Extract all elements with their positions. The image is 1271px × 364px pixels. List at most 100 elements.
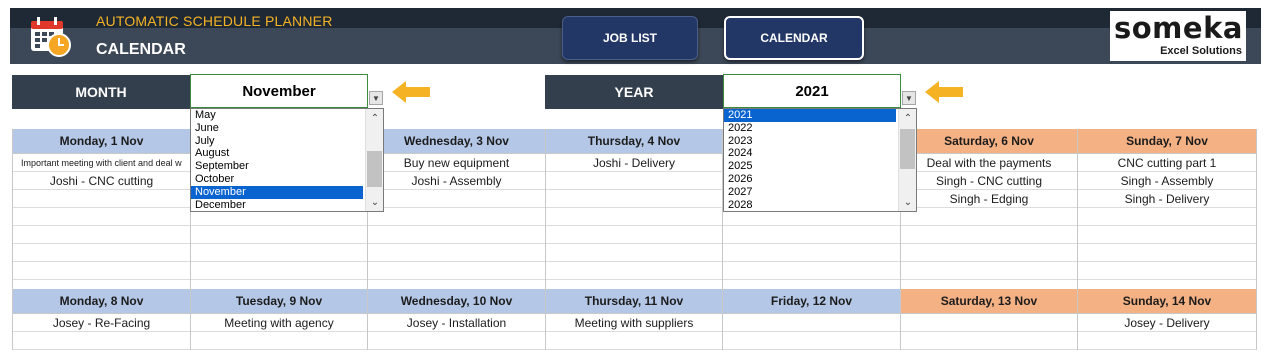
task-cell[interactable] (191, 262, 367, 280)
month-select[interactable]: November (190, 74, 368, 108)
task-cell[interactable] (546, 208, 722, 226)
task-cell[interactable] (546, 244, 722, 262)
day-column: Saturday, 6 Nov Deal with the payments Sin… (901, 129, 1078, 298)
task-cell[interactable] (546, 332, 722, 350)
task-cell[interactable] (546, 226, 722, 244)
task-cell[interactable]: Deal with the payments (901, 154, 1077, 172)
task-cell[interactable]: Josey - Re-Facing (13, 314, 190, 332)
scrollbar-thumb[interactable] (367, 151, 382, 187)
task-cell[interactable]: Joshi - Assembly (368, 172, 545, 190)
task-cell[interactable] (546, 172, 722, 190)
month-scrollbar[interactable]: ⌃ ⌄ (365, 109, 383, 211)
dropdown-option[interactable]: October (191, 173, 363, 186)
task-cell[interactable] (1078, 332, 1256, 350)
dropdown-option[interactable]: 2026 (724, 173, 896, 186)
dropdown-option[interactable]: 2027 (724, 186, 896, 199)
dropdown-option[interactable]: 2022 (724, 122, 896, 135)
task-cell[interactable]: Josey - Delivery (1078, 314, 1256, 332)
task-cell[interactable]: CNC cutting part 1 (1078, 154, 1256, 172)
dropdown-option[interactable]: 2023 (724, 135, 896, 148)
task-cell[interactable]: Meeting with agency (191, 314, 367, 332)
day-header: Friday, 12 Nov (723, 289, 900, 314)
day-column: Saturday, 13 Nov (901, 289, 1078, 350)
arrow-left-icon (925, 81, 963, 103)
task-cell[interactable] (1078, 262, 1256, 280)
task-cell[interactable] (368, 244, 545, 262)
month-dropdown-button[interactable]: ▼ (369, 91, 383, 105)
dropdown-option[interactable]: September (191, 160, 363, 173)
year-dropdown-list[interactable]: 2021 2022 2023 2024 2025 2026 2027 2028 ⌃ ⌄ (723, 108, 917, 212)
task-cell[interactable] (723, 332, 900, 350)
task-cell[interactable] (901, 332, 1077, 350)
task-cell[interactable] (901, 244, 1077, 262)
dropdown-option[interactable]: 2028 (724, 199, 896, 211)
chevron-down-icon: ▼ (372, 93, 380, 103)
task-cell[interactable]: Joshi - Delivery (546, 154, 722, 172)
day-column: Wednesday, 10 Nov Josey - Installation (368, 289, 546, 350)
year-dropdown-button[interactable]: ▼ (902, 91, 916, 105)
task-cell[interactable] (1078, 208, 1256, 226)
task-cell[interactable]: Meeting with suppliers (546, 314, 722, 332)
task-cell[interactable] (13, 244, 190, 262)
job-list-button[interactable]: JOB LIST (562, 16, 698, 60)
task-cell[interactable] (546, 190, 722, 208)
task-cell[interactable] (723, 226, 900, 244)
year-select[interactable]: 2021 (723, 74, 901, 108)
task-cell[interactable] (191, 244, 367, 262)
dropdown-option[interactable]: August (191, 147, 363, 160)
dropdown-option[interactable]: June (191, 122, 363, 135)
dropdown-option[interactable]: 2024 (724, 147, 896, 160)
dropdown-option[interactable]: 2025 (724, 160, 896, 173)
task-cell[interactable]: Singh - Assembly (1078, 172, 1256, 190)
month-dropdown-list[interactable]: May June July August September October Novembe… (190, 108, 384, 212)
task-cell[interactable] (901, 314, 1077, 332)
calendar-button[interactable]: CALENDAR (724, 16, 864, 60)
task-cell[interactable] (191, 332, 367, 350)
scroll-down-icon[interactable]: ⌄ (899, 195, 916, 209)
day-column: Sunday, 7 Nov CNC cutting part 1 Singh - A… (1078, 129, 1257, 298)
task-cell[interactable] (546, 262, 722, 280)
task-cell[interactable] (368, 226, 545, 244)
task-cell[interactable] (13, 226, 190, 244)
task-cell[interactable]: Singh - Edging (901, 190, 1077, 208)
task-cell[interactable] (1078, 244, 1256, 262)
task-cell[interactable]: Important meeting with client and deal w (13, 154, 190, 172)
day-header: Thursday, 11 Nov (546, 289, 722, 314)
task-cell[interactable] (901, 226, 1077, 244)
task-cell[interactable] (723, 314, 900, 332)
dropdown-option[interactable]: 2021 (724, 109, 896, 122)
task-cell[interactable] (13, 190, 190, 208)
dropdown-option[interactable]: July (191, 135, 363, 148)
dropdown-option[interactable]: May (191, 109, 363, 122)
task-cell[interactable] (13, 262, 190, 280)
task-cell[interactable]: Singh - CNC cutting (901, 172, 1077, 190)
task-cell[interactable] (13, 208, 190, 226)
task-cell[interactable] (368, 332, 545, 350)
task-cell[interactable] (1078, 226, 1256, 244)
scroll-up-icon[interactable]: ⌃ (366, 111, 383, 125)
scrollbar-thumb[interactable] (900, 129, 915, 169)
dropdown-option[interactable]: November (191, 185, 363, 199)
week-row: Monday, 8 Nov Josey - Re-Facing Tuesday, 9… (12, 289, 1257, 350)
task-cell[interactable]: Singh - Delivery (1078, 190, 1256, 208)
dropdown-option[interactable]: December (191, 199, 363, 211)
task-cell[interactable] (901, 208, 1077, 226)
task-cell[interactable] (723, 262, 900, 280)
task-cell[interactable] (191, 226, 367, 244)
task-cell[interactable]: Josey - Installation (368, 314, 545, 332)
task-cell[interactable] (13, 332, 190, 350)
task-cell[interactable] (723, 244, 900, 262)
app-title: AUTOMATIC SCHEDULE PLANNER (96, 13, 333, 29)
task-cell[interactable]: Joshi - CNC cutting (13, 172, 190, 190)
task-cell[interactable]: Buy new equipment (368, 154, 545, 172)
task-cell[interactable] (901, 262, 1077, 280)
scroll-down-icon[interactable]: ⌄ (366, 195, 383, 209)
task-cell[interactable] (368, 262, 545, 280)
task-cell[interactable] (368, 190, 545, 208)
scroll-up-icon[interactable]: ⌃ (899, 111, 916, 125)
year-options: 2021 2022 2023 2024 2025 2026 2027 2028 (724, 109, 916, 211)
someka-logo[interactable]: someka Excel Solutions (1110, 11, 1246, 61)
day-header: Monday, 8 Nov (13, 289, 190, 314)
year-scrollbar[interactable]: ⌃ ⌄ (898, 109, 916, 211)
task-cell[interactable] (368, 208, 545, 226)
